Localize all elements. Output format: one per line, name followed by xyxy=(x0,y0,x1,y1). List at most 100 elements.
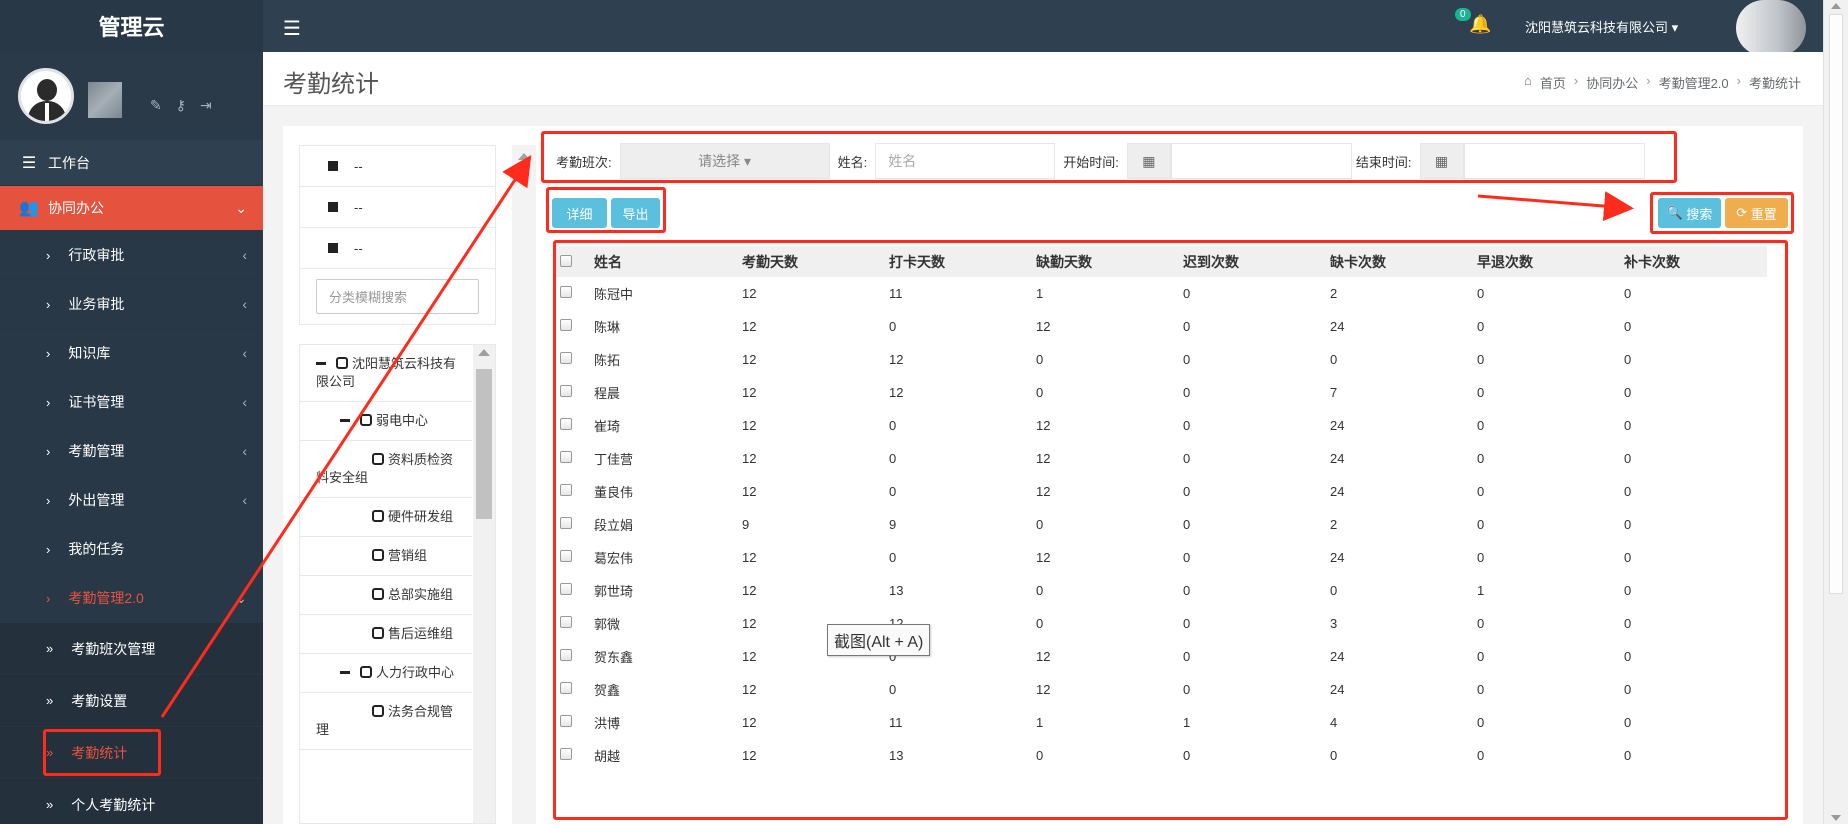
tree-node[interactable]: 弱电中心 xyxy=(300,402,472,441)
sidebar-item-outing[interactable]: › 外出管理 ‹ xyxy=(0,476,263,525)
checkbox-icon[interactable] xyxy=(372,453,384,465)
sidebar-item-label: 我的任务 xyxy=(68,541,125,557)
avatar[interactable] xyxy=(18,68,74,124)
sidebar-item-label: 工作台 xyxy=(48,154,90,171)
home-icon: ⌂ xyxy=(1523,73,1532,88)
breadcrumb-item[interactable]: 协同办公 xyxy=(1586,73,1638,92)
chevron-right-icon: › xyxy=(46,492,51,508)
checkbox-icon[interactable] xyxy=(372,588,384,600)
sidebar-item-label: 业务审批 xyxy=(68,296,125,312)
sidebar-item-attendance[interactable]: › 考勤管理 ‹ xyxy=(0,427,263,476)
annotation-box xyxy=(1650,192,1794,234)
double-chevron-icon: » xyxy=(46,797,54,812)
legend-label: -- xyxy=(354,240,363,256)
sidebar-item-business-approval[interactable]: › 业务审批 ‹ xyxy=(0,280,263,329)
double-chevron-icon: » xyxy=(46,641,54,656)
chevron-left-icon: ‹ xyxy=(242,247,247,263)
sidebar-item-label: 证书管理 xyxy=(68,394,125,410)
sidebar-item-knowledge[interactable]: › 知识库 ‹ xyxy=(0,329,263,378)
legend-label: -- xyxy=(354,199,363,215)
chevron-left-icon: ‹ xyxy=(242,394,247,410)
blurred-username xyxy=(88,82,122,118)
edit-icon[interactable]: ✎ xyxy=(150,97,162,114)
sidebar-item-label: 知识库 xyxy=(68,345,111,361)
bell-icon[interactable]: 🔔 xyxy=(1469,14,1491,35)
user-avatar[interactable] xyxy=(1736,0,1806,56)
sidebar-item-workbench[interactable]: ☰ 工作台 xyxy=(0,140,263,186)
org-tree: 沈阳慧筑云科技有限公司 弱电中心 资料质检资料安全组 硬件研发组 营销组 总部实… xyxy=(299,344,496,824)
chevron-down-icon: ⌄ xyxy=(235,199,247,216)
breadcrumb: ⌂ 首页 › 协同办公 › 考勤管理2.0 › 考勤统计 xyxy=(1523,73,1801,92)
double-chevron-icon: » xyxy=(46,693,54,708)
sidebar-item-attendance-settings[interactable]: » 考勤设置 xyxy=(0,675,263,727)
category-search-input[interactable]: 分类模糊搜索 xyxy=(316,279,479,314)
checkbox-icon[interactable] xyxy=(372,549,384,561)
company-dropdown[interactable]: 沈阳慧筑云科技有限公司 ▾ xyxy=(1525,17,1678,36)
sidebar-item-attendance-v2[interactable]: › 考勤管理2.0 ⌄ xyxy=(0,574,263,623)
chevron-right-icon: › xyxy=(46,296,51,312)
checkbox-icon[interactable] xyxy=(360,414,372,426)
sidebar-item-label: 考勤班次管理 xyxy=(71,640,156,657)
breadcrumb-item[interactable]: 考勤管理2.0 xyxy=(1659,73,1729,92)
sidebar-item-my-tasks[interactable]: › 我的任务 xyxy=(0,525,263,574)
tree-node[interactable]: 资料质检资料安全组 xyxy=(300,441,472,498)
sidebar-item-admin-approval[interactable]: › 行政审批 ‹ xyxy=(0,231,263,280)
sidebar: 管理云 ✎ ⚷ ⇥ ☰ 工作台 👥 协同办公 ⌄ › 行政审批 ‹ › 业务审批… xyxy=(0,0,263,824)
menu-toggle-icon[interactable]: ☰ xyxy=(283,16,301,41)
annotation-box xyxy=(553,240,1788,820)
checkbox-icon[interactable] xyxy=(372,705,384,717)
checkbox-icon[interactable] xyxy=(372,510,384,522)
chevron-right-icon: › xyxy=(46,394,51,410)
page-title: 考勤统计 xyxy=(283,71,379,98)
annotation-box xyxy=(43,729,161,776)
chevron-right-icon: › xyxy=(46,443,51,459)
key-icon[interactable]: ⚷ xyxy=(176,97,186,114)
tree-scrollbar[interactable] xyxy=(473,345,495,823)
annotation-box xyxy=(546,187,666,233)
square-icon xyxy=(328,202,338,212)
square-icon xyxy=(328,243,338,253)
collapse-icon[interactable] xyxy=(316,362,326,365)
sidebar-item-personal-stats[interactable]: » 个人考勤统计 xyxy=(0,779,263,824)
panel-collapse-bar[interactable] xyxy=(512,145,536,824)
chevron-left-icon: ‹ xyxy=(242,345,247,361)
annotation-box xyxy=(541,131,1677,183)
sidebar-item-label: 行政审批 xyxy=(68,247,125,263)
tree-node[interactable]: 人力行政中心 xyxy=(300,654,472,693)
tree-node[interactable]: 售后运维组 xyxy=(300,615,472,654)
logout-icon[interactable]: ⇥ xyxy=(200,97,212,114)
top-navbar: ☰ 0 🔔 沈阳慧筑云科技有限公司 ▾ xyxy=(263,0,1848,56)
sidebar-item-label: 考勤管理2.0 xyxy=(68,590,144,606)
sidebar-item-certificates[interactable]: › 证书管理 ‹ xyxy=(0,378,263,427)
square-icon xyxy=(328,161,338,171)
users-icon: 👥 xyxy=(19,200,39,217)
checkbox-icon[interactable] xyxy=(372,627,384,639)
tree-node[interactable]: 法务合规管理 xyxy=(300,693,472,750)
checkbox-icon[interactable] xyxy=(360,666,372,678)
sidebar-item-collab[interactable]: 👥 协同办公 ⌄ xyxy=(0,186,263,231)
sidebar-item-label: 外出管理 xyxy=(68,492,125,508)
sidebar-item-label: 考勤管理 xyxy=(68,443,125,459)
chevron-right-icon: › xyxy=(46,247,51,263)
sidebar-item-label: 个人考勤统计 xyxy=(71,796,156,813)
tree-node[interactable]: 营销组 xyxy=(300,537,472,576)
collapse-icon[interactable] xyxy=(340,419,350,422)
brand-title: 管理云 xyxy=(0,0,263,52)
page-header: 考勤统计 ⌂ 首页 › 协同办公 › 考勤管理2.0 › 考勤统计 xyxy=(263,52,1823,106)
chevron-left-icon: ‹ xyxy=(242,296,247,312)
tree-node[interactable]: 硬件研发组 xyxy=(300,498,472,537)
breadcrumb-item[interactable]: 首页 xyxy=(1540,73,1566,92)
chevron-down-icon: ⌄ xyxy=(235,589,247,606)
tree-node[interactable]: 总部实施组 xyxy=(300,576,472,615)
chevron-left-icon: ‹ xyxy=(242,492,247,508)
chevron-right-icon: › xyxy=(46,590,51,606)
chevron-left-icon: ‹ xyxy=(242,443,247,459)
sidebar-item-shift-management[interactable]: » 考勤班次管理 xyxy=(0,623,263,675)
page-scrollbar[interactable] xyxy=(1823,0,1848,824)
breadcrumb-item: 考勤统计 xyxy=(1748,76,1801,91)
indent-icon: ☰ xyxy=(21,154,37,172)
tree-node[interactable]: 沈阳慧筑云科技有限公司 xyxy=(300,345,472,402)
collapse-up-icon[interactable] xyxy=(518,153,530,160)
collapse-icon[interactable] xyxy=(340,671,350,674)
checkbox-icon[interactable] xyxy=(336,357,348,369)
